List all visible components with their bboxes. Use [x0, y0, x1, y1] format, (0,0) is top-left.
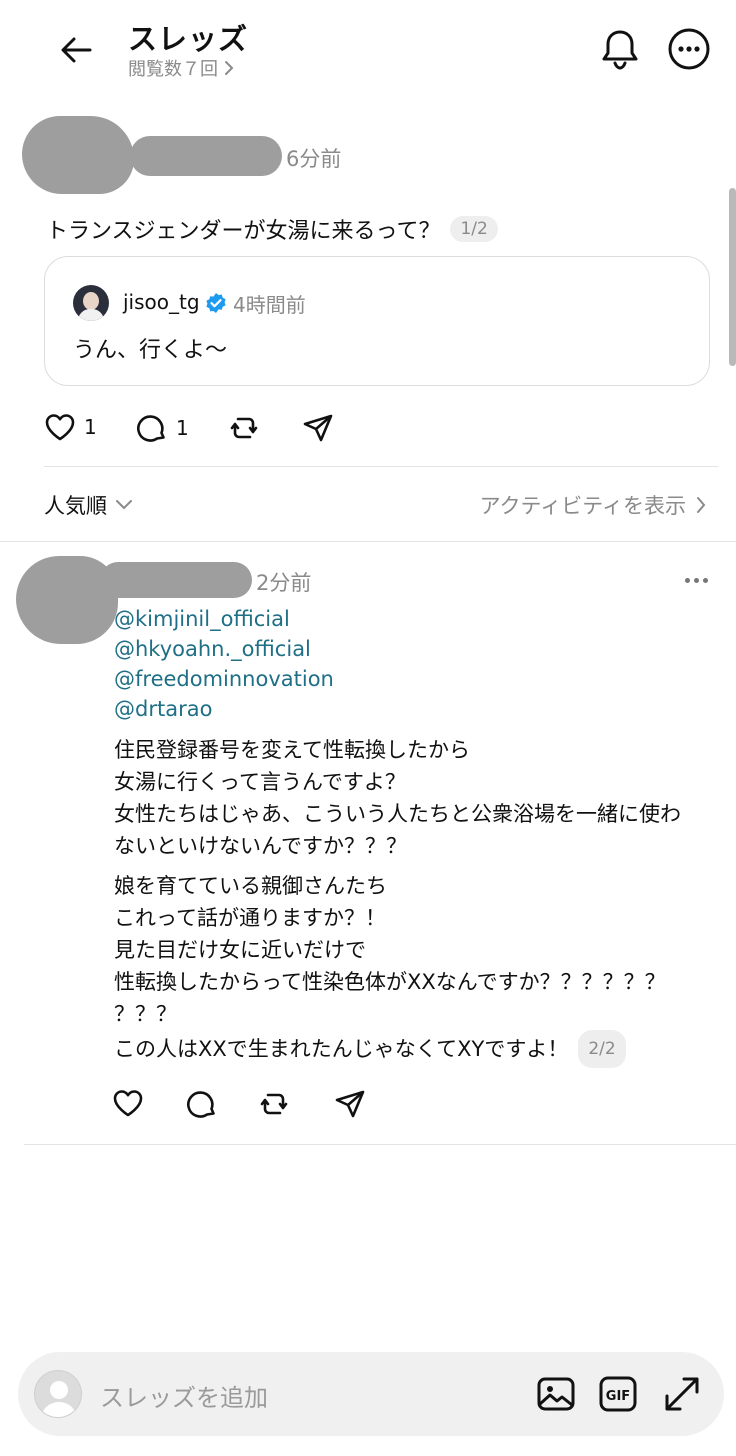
reply-body: 住民登録番号を変えて性転換したから 女湯に行くって言うんですよ？ 女性たちはじゃ…	[114, 734, 724, 1076]
reply-last-line: この人はXXで生まれたんじゃなくてXYですよ！ 2/2	[114, 1030, 724, 1068]
post-timestamp: 6分前	[286, 147, 342, 171]
thread-page-badge: 1/2	[450, 216, 498, 242]
reply-paragraph: 住民登録番号を変えて性転換したから 女湯に行くって言うんですよ？ 女性たちはじゃ…	[114, 734, 724, 862]
heart-icon	[113, 1090, 143, 1117]
reply-composer[interactable]: スレッズを追加 GIF	[18, 1352, 724, 1436]
reply-button[interactable]	[186, 1088, 218, 1120]
reply-line: 娘を育てている親御さんたち	[114, 874, 387, 898]
reply-line: これって話が通りますか？！	[114, 906, 386, 930]
composer-placeholder[interactable]: スレッズを追加	[100, 1378, 268, 1413]
mention-link[interactable]: @drtarao	[114, 694, 334, 724]
chevron-right-icon	[697, 497, 706, 513]
reply-line: 見た目だけ女に近いだけで	[114, 938, 366, 962]
sort-dropdown[interactable]: 人気順	[44, 490, 133, 520]
quoted-text: うん、行くよ〜	[73, 338, 228, 363]
chevron-down-icon	[116, 500, 132, 510]
image-icon[interactable]	[536, 1374, 576, 1414]
redacted-username	[100, 562, 252, 598]
reply-line: ないといけないんですか？？？	[114, 834, 407, 858]
activity-label: アクティビティを表示	[479, 494, 686, 518]
repost-button[interactable]	[228, 412, 260, 444]
post-body: トランスジェンダーが女湯に来るって？	[46, 219, 441, 244]
reply-line: 女性たちはじゃあ、こういう人たちと公衆浴場を一緒に使わ	[114, 802, 681, 826]
mention-list: @kimjinil_official @hkyoahn._official @f…	[114, 604, 334, 724]
gif-icon[interactable]: GIF	[598, 1374, 638, 1414]
repost-button[interactable]	[258, 1088, 290, 1120]
share-button[interactable]	[302, 412, 334, 444]
divider	[0, 541, 736, 542]
avatar	[34, 1370, 82, 1418]
comment-icon	[187, 1091, 215, 1118]
back-arrow-icon[interactable]	[54, 28, 98, 72]
like-count: 1	[84, 415, 97, 439]
svg-text:GIF: GIF	[606, 1389, 630, 1404]
post-text: トランスジェンダーが女湯に来るって？ 1/2	[46, 213, 498, 245]
reply-count: 1	[176, 416, 189, 440]
like-button[interactable]	[112, 1088, 144, 1118]
repost-icon	[260, 1093, 288, 1115]
send-icon	[335, 1090, 365, 1118]
divider	[24, 1144, 736, 1145]
mention-link[interactable]: @hkyoahn._official	[114, 634, 334, 664]
quoted-username[interactable]: jisoo_tg	[123, 290, 200, 314]
quoted-timestamp: 4時間前	[233, 293, 306, 317]
view-count-link[interactable]: 閲覧数７回	[128, 55, 234, 81]
reply-line: ？？？	[114, 1002, 177, 1026]
reply-line: この人はXXで生まれたんじゃなくてXYですよ！	[114, 1037, 569, 1061]
reply-more-icon[interactable]	[680, 566, 712, 594]
redacted-username	[130, 136, 282, 176]
share-button[interactable]	[334, 1088, 366, 1120]
scrollbar[interactable]	[729, 188, 736, 366]
post-actions: 1 1	[44, 410, 364, 446]
reply-button[interactable]: 1	[136, 412, 189, 444]
reply-timestamp: 2分前	[256, 571, 312, 595]
mention-link[interactable]: @freedominnovation	[114, 664, 334, 694]
chevron-right-icon	[225, 61, 234, 75]
reply-line: 性転換したからって性染色体がXXなんですか？？？？？？	[114, 970, 666, 994]
heart-icon	[45, 414, 75, 441]
verified-badge-icon	[205, 292, 227, 314]
comment-icon	[137, 415, 165, 442]
avatar[interactable]	[73, 285, 109, 321]
view-activity-link[interactable]: アクティビティを表示	[480, 490, 706, 520]
repost-icon	[230, 417, 258, 439]
reply-actions	[112, 1086, 412, 1122]
sort-label: 人気順	[44, 494, 107, 518]
thread-page-badge: 2/2	[578, 1030, 626, 1068]
like-button[interactable]: 1	[44, 412, 97, 442]
expand-icon[interactable]	[662, 1374, 702, 1414]
page-title: スレッズ	[128, 22, 249, 56]
more-options-icon[interactable]	[666, 26, 712, 72]
redacted-avatar	[22, 116, 134, 194]
mention-link[interactable]: @kimjinil_official	[114, 604, 334, 634]
reply-paragraph: 娘を育てている親御さんたち これって話が通りますか？！ 見た目だけ女に近いだけで…	[114, 870, 724, 1068]
quoted-post-card[interactable]: jisoo_tg 4時間前 うん、行くよ〜	[44, 256, 710, 386]
view-count-label: 閲覧数７回	[128, 59, 218, 80]
send-icon	[303, 414, 333, 442]
bell-icon[interactable]	[598, 26, 642, 74]
top-bar: スレッズ 閲覧数７回	[0, 0, 736, 100]
reply-line: 住民登録番号を変えて性転換したから	[114, 738, 470, 762]
divider	[44, 466, 718, 467]
reply-line: 女湯に行くって言うんですよ？	[114, 770, 406, 794]
